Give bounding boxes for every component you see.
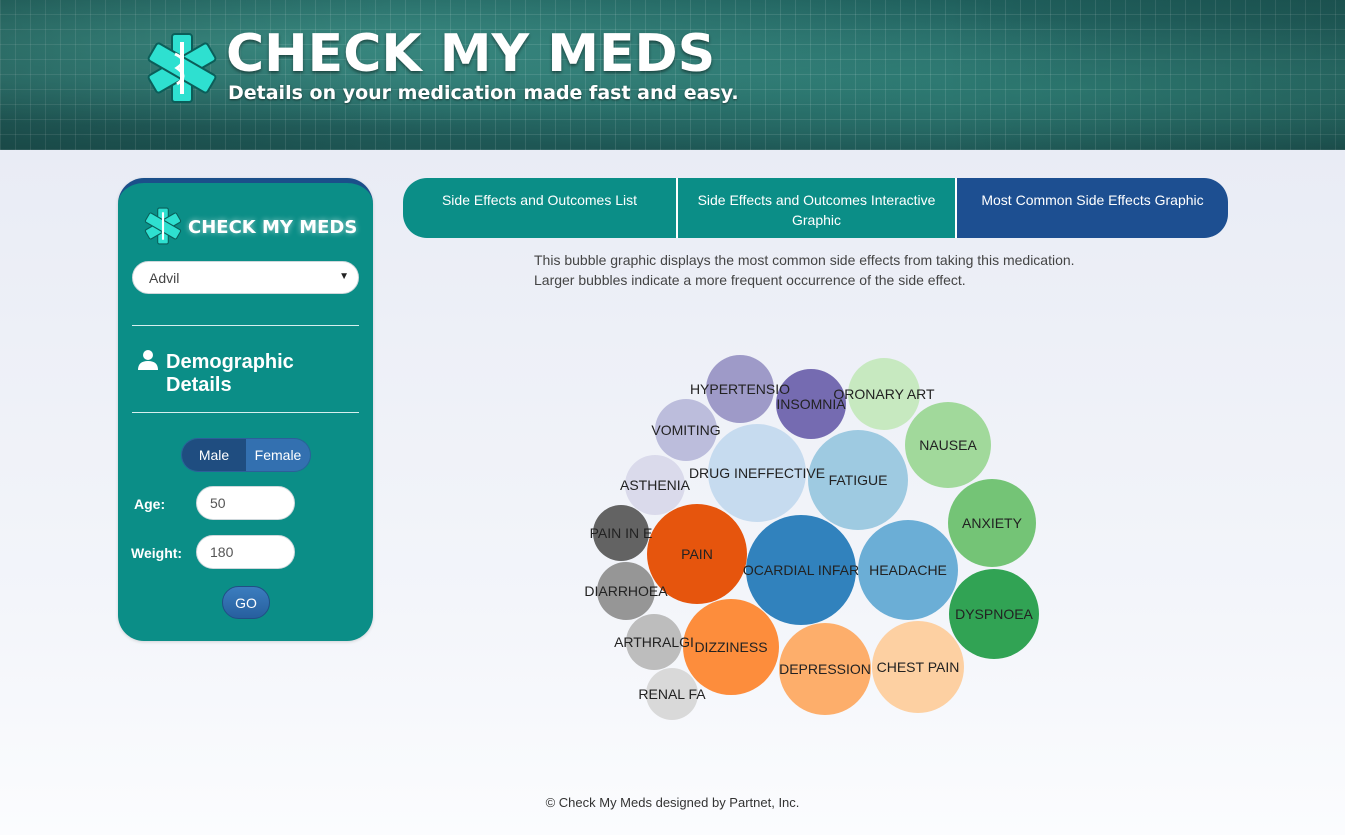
- bubble-label: DIZZINESS: [694, 639, 767, 655]
- gender-female-button[interactable]: Female: [246, 439, 310, 471]
- bubble-label: PAIN IN E: [590, 525, 653, 541]
- bubble-label: NAUSEA: [919, 437, 977, 453]
- divider: [132, 325, 359, 326]
- tab-interactive-graphic[interactable]: Side Effects and Outcomes Interactive Gr…: [678, 178, 957, 238]
- site-tagline: Details on your medication made fast and…: [228, 82, 739, 104]
- bubble-label: DRUG INEFFECTIVE: [689, 465, 825, 481]
- bubble-label: ANXIETY: [962, 515, 1023, 531]
- age-input[interactable]: 50: [196, 486, 295, 520]
- bubble-label: VOMITING: [651, 422, 720, 438]
- medication-select[interactable]: Advil ▼: [132, 261, 359, 294]
- divider: [132, 412, 359, 413]
- user-icon: [138, 350, 158, 370]
- gender-toggle: Male Female: [181, 438, 311, 472]
- bubble-label: FATIGUE: [829, 472, 888, 488]
- site-title: CHECK MY MEDS: [226, 24, 716, 84]
- header-banner: CHECK MY MEDS Details on your medication…: [0, 0, 1345, 150]
- medical-star-logo-icon: [144, 207, 182, 245]
- bubble-label: DIARRHOEA: [584, 583, 668, 599]
- weight-label: Weight:: [131, 545, 183, 561]
- bubble-label: RENAL FA: [638, 686, 706, 702]
- medication-select-value: Advil: [149, 270, 180, 286]
- bubble-label: HYPERTENSIO: [690, 381, 790, 397]
- description-line-2: Larger bubbles indicate a more frequent …: [534, 272, 966, 288]
- weight-input[interactable]: 180: [196, 535, 295, 569]
- bubble-label: ORONARY ART: [833, 386, 935, 402]
- bubble-label: OCARDIAL INFAR: [743, 562, 859, 578]
- demographic-details-heading: Demographic Details: [166, 351, 294, 396]
- bubble-label: HEADACHE: [869, 562, 947, 578]
- caret-down-icon: ▼: [339, 271, 349, 282]
- bubble-label: ARTHRALGI: [614, 634, 694, 650]
- medical-star-logo-icon: [147, 33, 217, 103]
- search-panel: CHECK MY MEDS Advil ▼ Demographic Detail…: [118, 178, 373, 641]
- go-button[interactable]: GO: [222, 586, 270, 619]
- age-label: Age:: [134, 496, 166, 512]
- bubble-label: ASTHENIA: [620, 477, 691, 493]
- panel-brand: CHECK MY MEDS: [188, 217, 358, 238]
- tab-most-common-graphic[interactable]: Most Common Side Effects Graphic: [957, 178, 1228, 238]
- bubble-label: PAIN: [681, 546, 713, 562]
- description-line-1: This bubble graphic displays the most co…: [534, 252, 1075, 268]
- footer-copyright: © Check My Meds designed by Partnet, Inc…: [545, 795, 800, 810]
- bubble-label: DEPRESSION: [779, 661, 871, 677]
- chart-description: This bubble graphic displays the most co…: [534, 250, 1154, 290]
- tab-side-effects-list[interactable]: Side Effects and Outcomes List: [403, 178, 678, 238]
- bubble-label: CHEST PAIN: [877, 659, 960, 675]
- side-effects-bubble-chart: OCARDIAL INFAR DRUG INEFFECTIVE PAIN HEADAC…: [584, 355, 1039, 720]
- bubble-label: INSOMNIA: [776, 396, 846, 412]
- bubble-label: DYSPNOEA: [955, 606, 1033, 622]
- gender-male-button[interactable]: Male: [182, 439, 246, 471]
- view-tabs: Side Effects and Outcomes List Side Effe…: [403, 178, 1228, 238]
